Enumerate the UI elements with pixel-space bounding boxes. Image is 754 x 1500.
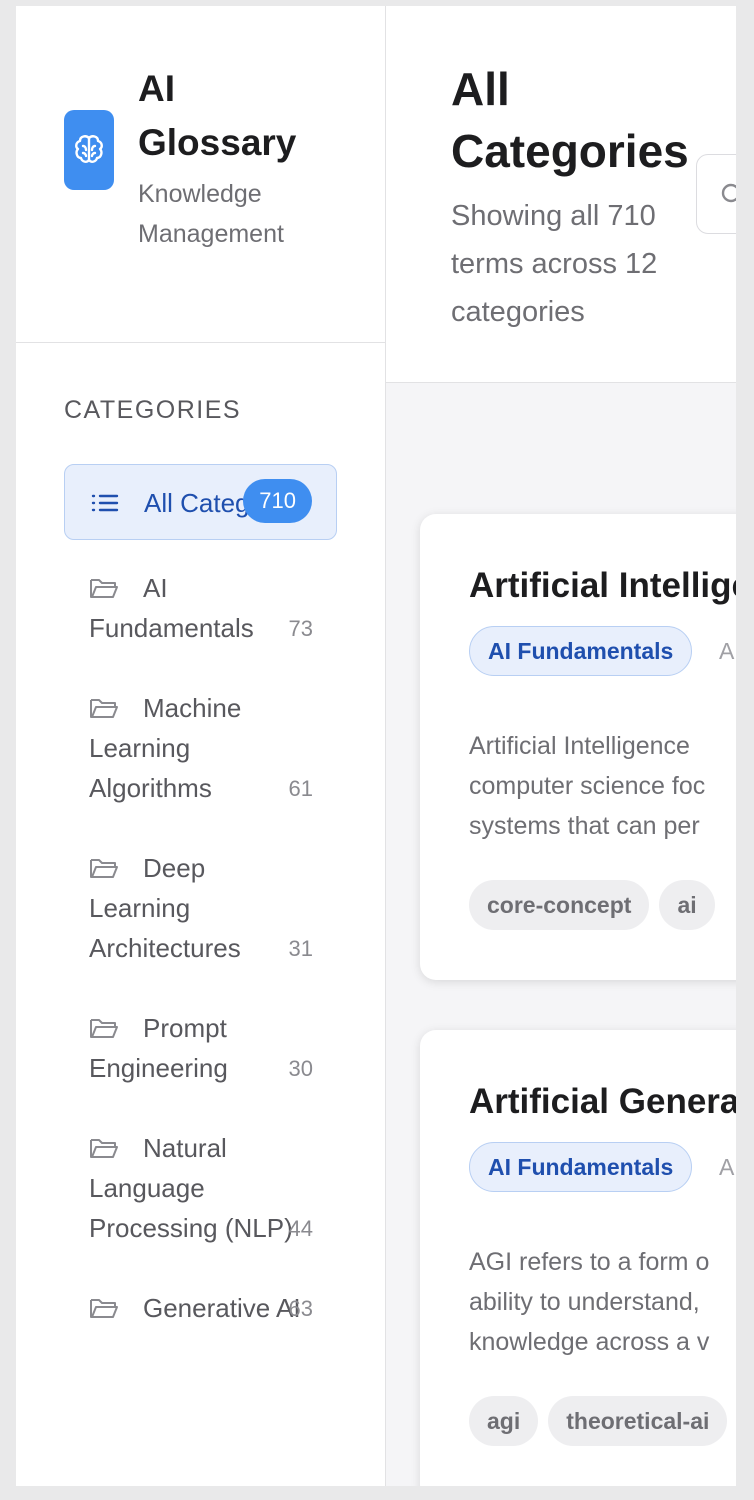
- description-line: computer science foc: [469, 772, 706, 800]
- folder-icon: [89, 851, 119, 878]
- description-line: knowledge across a v: [469, 1328, 710, 1356]
- sidebar: AI Glossary Knowledge Management CATEGOR…: [16, 6, 386, 1486]
- folder-icon: [89, 571, 119, 598]
- tag-list: core-concept ai: [469, 880, 715, 930]
- page-subtitle: Showing all 710 terms across 12 categori…: [451, 200, 658, 328]
- tag[interactable]: agi: [469, 1396, 539, 1446]
- folder-icon: [89, 1011, 119, 1038]
- categories-heading: CATEGORIES: [64, 396, 242, 424]
- search-input[interactable]: [696, 154, 736, 234]
- tag[interactable]: theoretical-ai: [548, 1396, 728, 1446]
- main-content: All Categories Showing all 710 terms acr…: [386, 6, 736, 1486]
- brand-header: AI Glossary Knowledge Management: [16, 6, 385, 343]
- sidebar-item-prompt-engineering[interactable]: Prompt Engineering 30: [64, 1008, 337, 1088]
- list-icon: [90, 486, 120, 512]
- sidebar-item-nlp[interactable]: Natural Language Processing (NLP) 44: [64, 1128, 337, 1248]
- sidebar-item-machine-learning-algorithms[interactable]: Machine Learning Algorithms 61: [64, 688, 337, 808]
- category-badge[interactable]: AI Fundamentals: [469, 626, 693, 676]
- app-window: AI Glossary Knowledge Management CATEGOR…: [16, 6, 736, 1486]
- category-count: 30: [288, 1056, 313, 1081]
- term-title[interactable]: Artificial Intellige: [469, 566, 736, 606]
- page-title: All Categories: [451, 63, 689, 177]
- app-subtitle: Knowledge Management: [138, 180, 284, 248]
- description-line: ability to understand,: [469, 1288, 700, 1316]
- description-line: systems that can per: [469, 812, 700, 840]
- category-count: 63: [288, 1296, 313, 1321]
- category-badge[interactable]: AI Fundamentals: [469, 1142, 693, 1192]
- brain-icon: [64, 110, 114, 190]
- sidebar-item-label: Generative AI: [143, 1293, 301, 1323]
- category-list: All Categories 710 AI Fundamentals 73 Ma…: [64, 464, 337, 1368]
- term-description: AGI refers to a form o ability to unders…: [469, 1242, 709, 1362]
- category-count: 61: [288, 776, 313, 801]
- sidebar-item-generative-ai[interactable]: Generative AI 63: [64, 1288, 337, 1328]
- description-line: Artificial Intelligence: [469, 732, 690, 760]
- app-title: AI Glossary: [138, 68, 297, 163]
- category-count: 31: [288, 936, 313, 961]
- brand-text: AI Glossary Knowledge Management: [138, 62, 328, 254]
- term-card[interactable]: Artificial Genera AI Fundamentals A AGI …: [420, 1030, 736, 1486]
- sidebar-item-label: Natural Language Processing (NLP): [89, 1133, 293, 1243]
- folder-icon: [89, 691, 119, 718]
- category-count: 73: [288, 616, 313, 641]
- description-line: AGI refers to a form o: [469, 1248, 710, 1276]
- term-title[interactable]: Artificial Genera: [469, 1082, 736, 1122]
- count-badge: 710: [243, 479, 312, 523]
- sidebar-item-all-categories[interactable]: All Categories 710: [64, 464, 337, 540]
- term-meta: A: [719, 1154, 735, 1180]
- category-count: 44: [288, 1216, 313, 1241]
- main-header: All Categories Showing all 710 terms acr…: [386, 6, 736, 383]
- tag[interactable]: ai: [659, 880, 715, 930]
- sidebar-item-ai-fundamentals[interactable]: AI Fundamentals 73: [64, 568, 337, 648]
- tag-list: agi theoretical-ai: [469, 1396, 728, 1446]
- folder-icon: [89, 1131, 119, 1158]
- term-meta: A: [719, 638, 735, 664]
- sidebar-item-deep-learning-architectures[interactable]: Deep Learning Architectures 31: [64, 848, 337, 968]
- term-description: Artificial Intelligence computer science…: [469, 726, 705, 846]
- tag[interactable]: core-concept: [469, 880, 650, 930]
- term-card[interactable]: Artificial Intellige AI Fundamentals A A…: [420, 514, 736, 980]
- folder-icon: [89, 1291, 119, 1318]
- search-icon: [719, 181, 736, 214]
